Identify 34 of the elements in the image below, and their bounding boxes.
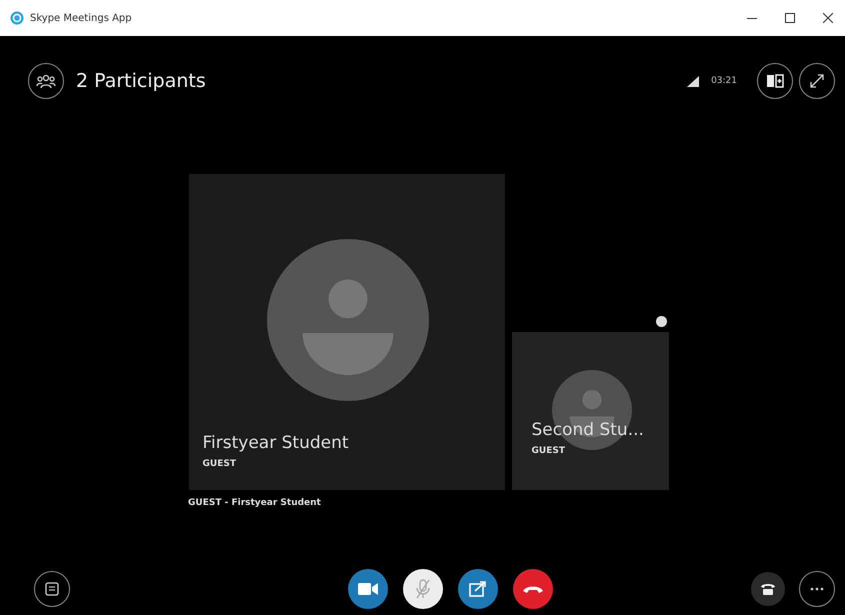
app-logo-icon xyxy=(10,11,24,25)
layout-button[interactable] xyxy=(757,63,793,99)
more-icon xyxy=(810,587,824,591)
dialpad-button[interactable] xyxy=(751,572,785,606)
participant-name: Firstyear Student xyxy=(202,433,350,453)
participant-role: GUEST xyxy=(532,446,566,456)
speaker-caption: GUEST - Firstyear Student xyxy=(188,498,321,508)
participant-role: GUEST xyxy=(202,459,237,469)
share-button[interactable] xyxy=(458,569,498,609)
call-timer: 03:21 xyxy=(711,76,737,86)
mute-button[interactable] xyxy=(403,569,443,609)
layout-icon xyxy=(766,74,784,88)
camera-icon xyxy=(358,582,378,596)
hang-up-button[interactable] xyxy=(513,569,553,609)
phone-icon xyxy=(522,584,544,594)
participants-button[interactable] xyxy=(28,63,64,99)
people-icon xyxy=(36,73,56,89)
share-screen-icon xyxy=(469,581,487,597)
signal-icon xyxy=(687,76,700,86)
avatar-icon xyxy=(266,239,428,401)
more-options-button[interactable] xyxy=(799,571,835,607)
chat-button[interactable] xyxy=(34,571,70,607)
maximize-icon[interactable] xyxy=(785,13,795,23)
expand-icon xyxy=(809,73,825,89)
fullscreen-button[interactable] xyxy=(799,63,835,99)
close-icon[interactable] xyxy=(823,13,833,23)
video-button[interactable] xyxy=(348,569,388,609)
phone-icon xyxy=(760,582,776,596)
chat-icon xyxy=(45,582,59,596)
window-title: Skype Meetings App xyxy=(30,12,132,24)
participants-count: 2 Participants xyxy=(76,70,206,92)
participant-name: Second Stu... xyxy=(532,420,645,440)
microphone-icon xyxy=(416,579,430,599)
status-dot xyxy=(656,316,666,327)
